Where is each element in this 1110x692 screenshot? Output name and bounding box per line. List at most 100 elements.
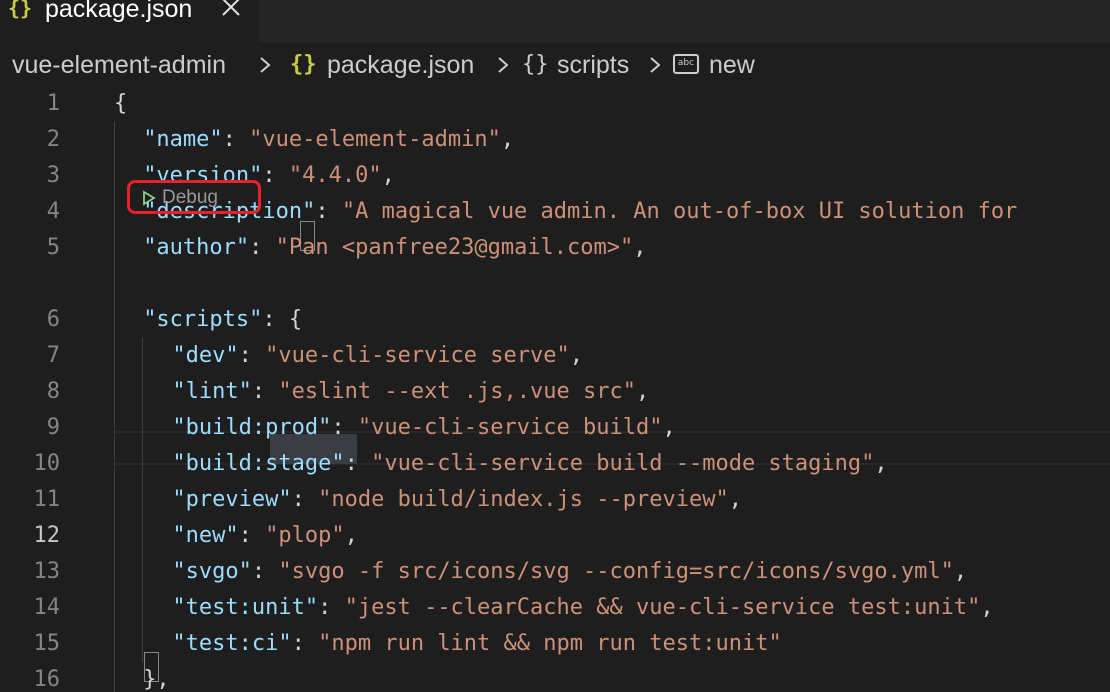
json-key: "author" xyxy=(143,235,250,260)
code-line: "author": "Pan <panfree23@gmail.com>", xyxy=(143,230,646,266)
code-line: "new": "plop", xyxy=(172,518,357,554)
json-punctuation: : xyxy=(251,559,279,584)
json-string: "4.4.0" xyxy=(288,163,382,188)
json-string: "vue-element-admin" xyxy=(249,127,501,152)
json-key: "lint" xyxy=(172,379,252,404)
json-string: "A magical vue admin. An out-of-box UI s… xyxy=(341,199,1018,224)
editor-tab-bar: {} package.json xyxy=(0,0,1110,42)
json-punctuation: , xyxy=(980,595,994,620)
line-number: 3 xyxy=(46,163,60,188)
json-punctuation: : xyxy=(251,379,279,404)
json-punctuation: : xyxy=(318,595,345,620)
json-punctuation: , xyxy=(381,163,395,188)
line-number: 10 xyxy=(33,451,61,476)
json-punctuation: , xyxy=(636,379,650,404)
code-line: "name": "vue-element-admin", xyxy=(143,122,514,158)
json-key: "name" xyxy=(143,127,223,152)
line-number: 5 xyxy=(46,235,60,260)
json-key: "test:unit" xyxy=(172,595,319,620)
json-punctuation: : xyxy=(249,235,276,260)
json-string: "npm run lint && npm run test:unit" xyxy=(318,631,782,656)
json-key: "new" xyxy=(172,523,239,548)
json-punctuation: , xyxy=(662,415,676,440)
indent-guide xyxy=(142,338,143,662)
json-punctuation: : xyxy=(291,487,319,512)
json-punctuation: , xyxy=(344,523,358,548)
json-string: "svgo -f src/icons/svg --config=src/icon… xyxy=(278,559,954,584)
breadcrumb-item-folder[interactable]: vue-element-admin xyxy=(12,52,226,78)
json-key: "svgo" xyxy=(172,559,252,584)
line-number: 7 xyxy=(46,343,60,368)
code-line: "build:prod": "vue-cli-service build", xyxy=(172,410,675,446)
line-number: 16 xyxy=(33,667,61,692)
json-punctuation: { xyxy=(114,91,128,116)
code-line: "test:ci": "npm run lint && npm run test… xyxy=(172,626,781,662)
close-icon[interactable] xyxy=(220,0,242,18)
line-number: 12 xyxy=(33,523,61,548)
json-punctuation: , xyxy=(569,343,584,368)
json-string: "plop" xyxy=(265,523,345,548)
line-number: 15 xyxy=(33,631,61,656)
json-punctuation: : xyxy=(344,451,372,476)
json-punctuation: }, xyxy=(143,667,170,692)
line-number: 9 xyxy=(46,415,60,440)
code-line: "build:stage": "vue-cli-service build --… xyxy=(172,446,887,482)
json-punctuation: , xyxy=(874,451,888,476)
json-punctuation: , xyxy=(633,235,647,260)
json-string: "eslint --ext .js,.vue src" xyxy=(278,379,636,404)
string-symbol-icon: abc xyxy=(673,54,699,74)
code-line: "test:unit": "jest --clearCache && vue-c… xyxy=(172,590,993,626)
line-number: 13 xyxy=(33,559,61,584)
json-key: "scripts" xyxy=(143,307,263,332)
json-key: "build:prod" xyxy=(172,415,332,440)
line-number: 1 xyxy=(46,91,60,116)
line-number: 14 xyxy=(33,595,61,620)
json-punctuation: : { xyxy=(262,307,303,332)
json-key: "dev" xyxy=(172,343,239,368)
code-line: "scripts": { xyxy=(143,302,302,338)
json-punctuation: , xyxy=(953,559,968,584)
json-punctuation: : xyxy=(291,631,319,656)
breadcrumb-item-scripts[interactable]: scripts xyxy=(557,52,629,78)
object-symbol-icon: {} xyxy=(522,52,549,77)
json-string: "Pan <panfree23@gmail.com>" xyxy=(275,235,634,260)
json-file-icon: {} xyxy=(290,52,317,77)
json-punctuation: : xyxy=(331,415,358,440)
json-file-icon: {} xyxy=(8,0,33,20)
code-line: "dev": "vue-cli-service serve", xyxy=(172,338,583,374)
line-number: 8 xyxy=(46,379,60,404)
breadcrumb-item-new[interactable]: new xyxy=(709,52,755,78)
json-punctuation: : xyxy=(238,343,266,368)
json-punctuation: : xyxy=(238,523,266,548)
json-punctuation: : xyxy=(262,163,289,188)
chevron-right-icon xyxy=(260,57,271,73)
json-punctuation: , xyxy=(728,487,742,512)
json-key: "build:stage" xyxy=(172,451,345,476)
tab-package-json[interactable]: {} package.json xyxy=(0,0,258,42)
json-key: "preview" xyxy=(172,487,292,512)
line-number: 4 xyxy=(46,199,60,224)
json-punctuation: : xyxy=(222,127,250,152)
line-number: 6 xyxy=(46,307,60,332)
code-line: "svgo": "svgo -f src/icons/svg --config=… xyxy=(172,554,967,590)
line-number: 11 xyxy=(33,487,61,512)
json-string: "vue-cli-service build --mode staging" xyxy=(371,451,875,476)
breadcrumb: vue-element-admin {} package.json {} scr… xyxy=(0,42,1110,86)
breadcrumb-item-file[interactable]: package.json xyxy=(327,52,474,78)
json-string: "node build/index.js --preview" xyxy=(318,487,729,512)
json-punctuation: : xyxy=(315,199,342,224)
code-line: }, xyxy=(143,662,170,692)
code-line: "description": "A magical vue admin. An … xyxy=(143,194,1017,230)
json-punctuation: , xyxy=(500,127,515,152)
json-string: "vue-cli-service serve" xyxy=(265,343,570,368)
code-editor[interactable]: 1 2 3 4 5 6 7 8 9 10 11 12 13 14 15 16 {"name": "vue-el… xyxy=(0,86,1110,692)
code-line: "lint": "eslint --ext .js,.vue src", xyxy=(172,374,649,410)
highlight-box xyxy=(127,180,261,214)
tab-label: package.json xyxy=(45,0,193,23)
line-number: 2 xyxy=(46,127,60,152)
json-key: "test:ci" xyxy=(172,631,292,656)
indent-guide xyxy=(114,122,115,692)
chevron-right-icon xyxy=(650,57,661,73)
chevron-right-icon xyxy=(498,57,509,73)
json-string: "jest --clearCache && vue-cli-service te… xyxy=(344,595,981,620)
